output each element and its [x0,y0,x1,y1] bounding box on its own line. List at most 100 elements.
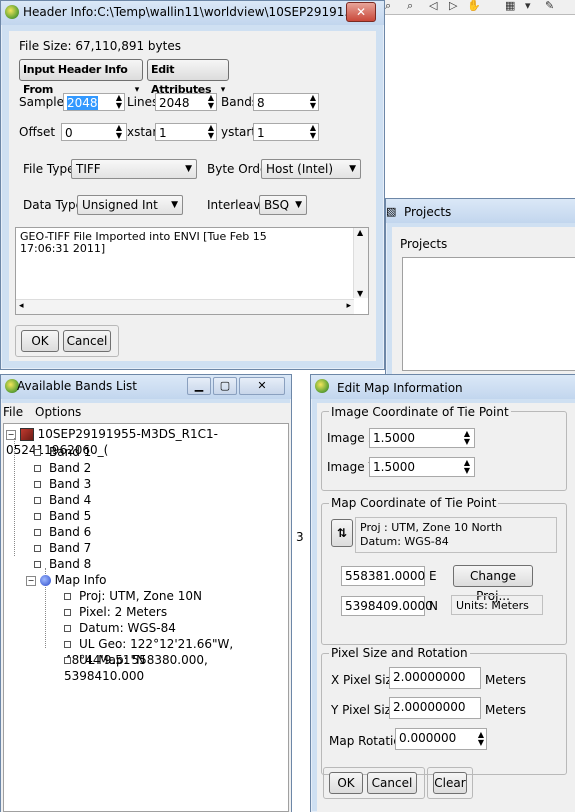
info-icon[interactable]: ✎ [545,0,559,12]
menu-file[interactable]: File [3,405,23,419]
back-icon[interactable]: ◁ [429,0,443,12]
lines-label: Lines [127,95,159,109]
image-x-field[interactable]: 1.5000 [369,428,475,448]
cancel-button[interactable]: Cancel [367,772,417,794]
info-bullet-icon [64,641,71,648]
zoom-out-icon[interactable]: ⌕ [407,0,421,12]
easting-field[interactable]: 558381.0000 [341,566,425,586]
pan-icon[interactable]: ✋ [467,0,481,12]
cancel-button[interactable]: Cancel [63,330,111,352]
horizontal-scrollbar[interactable]: ◂ ▸ [16,299,354,314]
header-info-titlebar[interactable]: Header Info:C:\Temp\wallin11\worldview\1… [1,1,384,25]
band-icon [34,545,41,552]
file-type-select[interactable]: TIFF ▼ [71,159,197,179]
envi-globe-icon [5,5,19,19]
ok-button[interactable]: OK [21,330,59,352]
band-item[interactable]: Band 7 [34,540,91,556]
map-info-detail: Pixel: 2 Meters [64,604,167,620]
data-type-label: Data Type [23,198,84,212]
image-file-icon [19,428,34,441]
file-size-text: File Size: 67,110,891 bytes [19,39,181,53]
band-icon [34,561,41,568]
close-icon[interactable]: ✕ [346,2,376,22]
band-item[interactable]: Band 5 [34,508,91,524]
map-info-detail: Datum: WGS-84 [64,620,176,636]
x-pixel-field[interactable]: 2.00000000 [389,667,481,689]
map-info-item[interactable]: − Map Info [26,572,107,588]
projects-titlebar[interactable]: ▧ Projects [386,199,575,223]
scroll-down-icon: ▼ [357,289,364,298]
band-item[interactable]: Band 8 [34,556,91,572]
vertical-scrollbar[interactable]: ▲ ▼ [353,228,368,298]
image-y-stepper[interactable]: ▲ ▼ [461,459,473,475]
samples-stepper[interactable]: ▲ ▼ [113,94,125,110]
close-icon[interactable]: ✕ [239,377,285,395]
bands-tree: − 10SEP29191955-M3DS_R1C1-052411962060_(… [3,423,289,812]
edit-map-title: Edit Map Information [337,381,463,395]
edit-attributes-button[interactable]: Edit Attributes ▾ [147,59,229,96]
globe-icon [39,575,51,586]
map-info-detail: UL Map: 558380.000, 5398410.000 [64,653,208,683]
rotation-field[interactable]: 0.000000 [395,728,487,750]
envi-globe-icon [315,379,329,393]
byte-order-select[interactable]: Host (Intel) ▼ [261,159,361,179]
bands-list-titlebar[interactable]: Available Bands List ▁ ▢ ✕ [1,375,291,399]
projects-window-icon: ▧ [386,205,397,218]
y-pixel-unit: Meters [485,703,527,717]
forward-icon[interactable]: ▷ [449,0,463,12]
swap-projection-button[interactable]: ⇅ [331,519,353,547]
edit-map-titlebar[interactable]: Edit Map Information [311,375,575,399]
northing-field[interactable]: 5398409.0000 [341,596,433,616]
band-item[interactable]: Band 2 [34,460,91,476]
data-type-select[interactable]: Unsigned Int ▼ [77,195,183,215]
rotation-stepper[interactable]: ▲ ▼ [475,731,487,747]
x-pixel-unit: Meters [485,673,527,687]
description-textarea[interactable]: GEO-TIFF File Imported into ENVI [Tue Fe… [15,227,369,315]
offset-stepper[interactable]: ▲ ▼ [113,124,125,140]
swap-arrows-icon: ⇅ [336,526,348,540]
ok-button[interactable]: OK [329,772,363,794]
y-pixel-field[interactable]: 2.00000000 [389,697,481,719]
layers-icon[interactable]: ▦ [505,0,519,12]
bands-stepper[interactable]: ▲ ▼ [307,94,319,110]
projects-list[interactable] [402,257,575,371]
northing-label: N [429,599,438,613]
offset-label: Offset [19,125,56,139]
xstart-stepper[interactable]: ▲ ▼ [205,124,217,140]
ystart-label: ystart [221,125,257,139]
band-item[interactable]: Band 6 [34,524,91,540]
chevron-down-icon: ▼ [349,164,356,174]
band-item[interactable]: Band 3 [34,476,91,492]
ystart-stepper[interactable]: ▲ ▼ [307,124,319,140]
projects-label: Projects [400,237,448,251]
image-x-stepper[interactable]: ▲ ▼ [461,430,473,446]
tree-root-item[interactable]: − 10SEP29191955-M3DS_R1C1-052411962060_( [6,426,288,457]
band-icon [34,481,41,488]
dropdown-icon[interactable]: ▾ [525,0,539,12]
maximize-icon[interactable]: ▢ [213,377,237,395]
zoom-icon[interactable]: ⌕ [385,0,399,12]
header-info-window: Header Info:C:\Temp\wallin11\worldview\1… [0,0,385,370]
scroll-up-icon: ▲ [357,228,364,237]
description-line-2: 17:06:31 2011] [20,242,106,255]
menu-bar: File Options [1,403,291,421]
map-info-detail: UL Geo: 122°12'21.66"W, 48°44'9.51"N [64,637,234,667]
change-proj-button[interactable]: Change Proj... [453,565,533,603]
background-toolbar: ⌕ ⌕ ◁ ▷ ✋ ▦ ▾ ✎ [385,0,575,15]
menu-options[interactable]: Options [35,405,81,419]
lines-stepper[interactable]: ▲ ▼ [205,94,217,110]
band-icon [34,513,41,520]
map-coordinate-label: Map Coordinate of Tie Point [329,496,499,510]
projects-title: Projects [404,205,452,219]
image-y-field[interactable]: 1.5000 [369,457,475,477]
minimize-icon[interactable]: ▁ [187,377,211,395]
clear-button[interactable]: Clear [433,772,467,794]
units-display: Units: Meters [451,595,543,615]
input-header-info-button[interactable]: Input Header Info From ▾ [19,59,143,96]
header-info-title: Header Info:C:\Temp\wallin11\worldview\1… [23,5,356,19]
interleave-select[interactable]: BSQ ▼ [259,195,307,215]
band-item[interactable]: Band 4 [34,492,91,508]
easting-label: E [429,569,437,583]
band-item[interactable]: Band 1 [34,444,91,460]
file-type-label: File Type [23,162,75,176]
